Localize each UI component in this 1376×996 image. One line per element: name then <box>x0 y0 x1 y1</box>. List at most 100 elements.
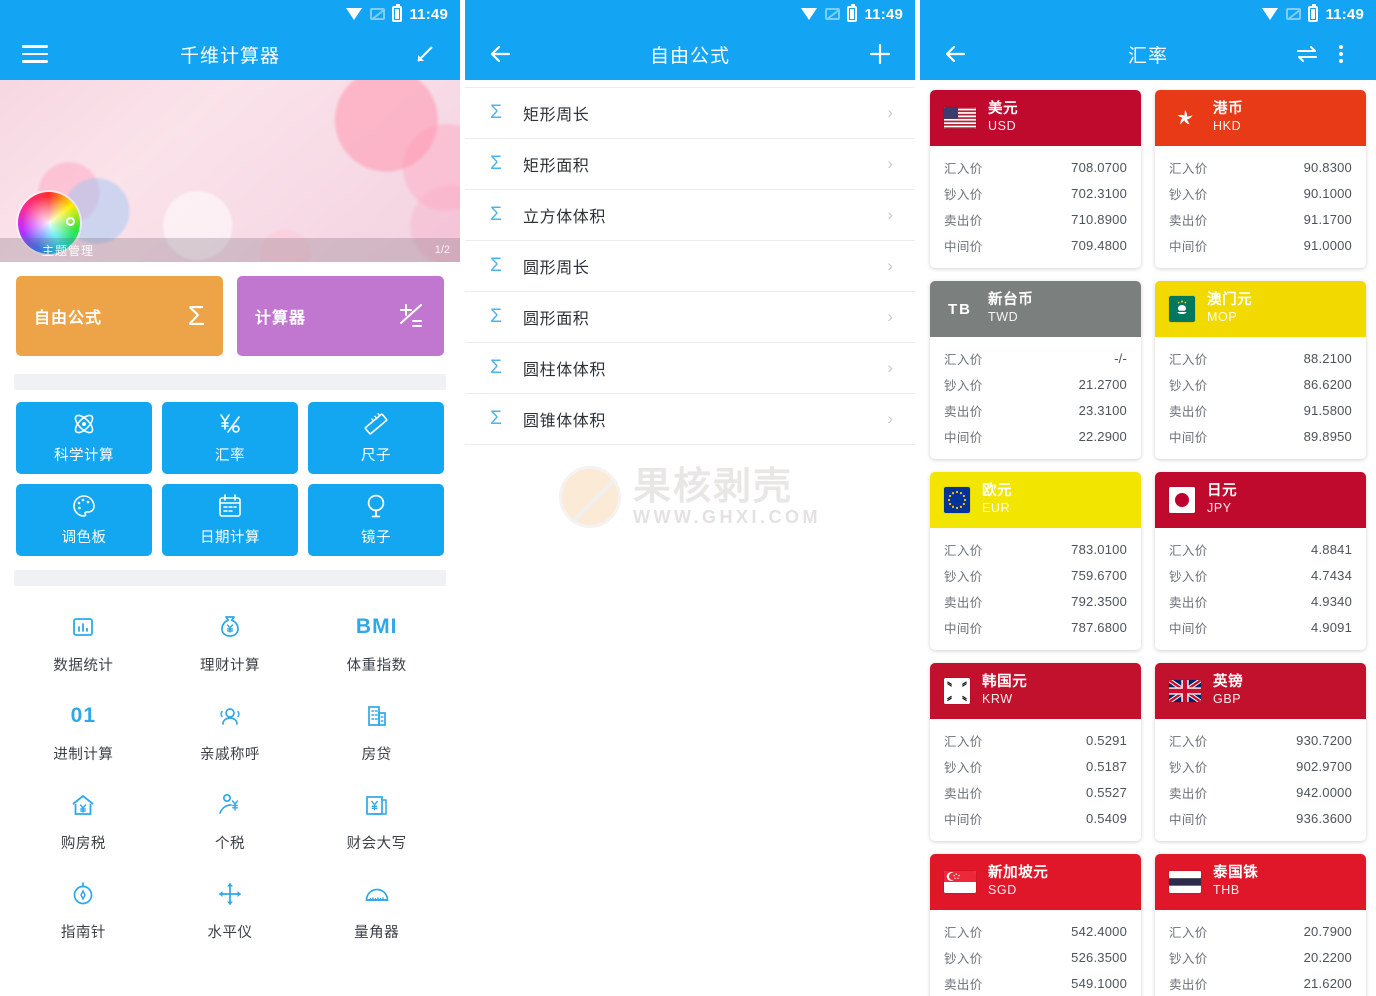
list-item[interactable]: Σ 矩形周长 › <box>465 88 915 139</box>
rate-row: 钞入价 0.5187 <box>944 753 1127 779</box>
rate-row: 卖出价 91.5800 <box>1169 397 1352 423</box>
currency-name: 韩国元 <box>982 674 1028 691</box>
rate-row: 汇入价 88.2100 <box>1169 345 1352 371</box>
rate-row: 汇入价 4.8841 <box>1169 536 1352 562</box>
hamburger-menu-button[interactable] <box>18 37 52 71</box>
rate-row: 卖出价 21.6200 <box>1169 970 1352 996</box>
plus-icon <box>869 43 891 65</box>
tool-base-conversion[interactable]: 01 进制计算 <box>10 701 157 764</box>
feature-card-calculator[interactable]: 计算器 <box>237 276 444 356</box>
tool-level[interactable]: 水平仪 <box>157 879 304 942</box>
watermark: 果核剥壳 WWW.GHXI.COM <box>559 466 821 528</box>
theme-banner[interactable]: 主题管理 1/2 <box>0 80 460 262</box>
rate-label: 中间价 <box>944 239 983 254</box>
currency-card-krw[interactable]: 韩国元 KRW 汇入价 0.5291 钞入价 0.5187 卖出价 0.5527 中间… <box>930 663 1141 841</box>
flag-eu-icon <box>944 487 970 513</box>
add-formula-button[interactable] <box>863 37 897 71</box>
currency-code: GBP <box>1213 692 1242 707</box>
fx-scroll-area[interactable]: 美元 USD 汇入价 708.0700 钞入价 702.3100 卖出价 710.89… <box>920 80 1376 996</box>
tool-data-statistics[interactable]: 数据统计 <box>10 612 157 675</box>
tile-mirror[interactable]: 镜子 <box>308 484 444 556</box>
protractor-icon <box>364 879 390 909</box>
tile-date-calc[interactable]: 日期计算 <box>162 484 298 556</box>
feature-card-free-formula[interactable]: 自由公式 Σ <box>16 276 223 356</box>
rate-label: 钞入价 <box>944 187 983 202</box>
currency-rate-rows: 汇入价 4.8841 钞入价 4.7434 卖出价 4.9340 中间价 4.9091 <box>1155 528 1366 650</box>
rate-value: -/- <box>1114 350 1127 366</box>
section-divider-2 <box>14 570 446 586</box>
currency-card-eur[interactable]: 欧元 EUR 汇入价 783.0100 钞入价 759.6700 卖出价 792.35… <box>930 472 1141 650</box>
rate-value: 0.5527 <box>1086 784 1127 800</box>
list-item[interactable]: Σ 圆形面积 › <box>465 292 915 343</box>
rate-label: 汇入价 <box>944 352 983 367</box>
currency-card-header: 日元 JPY <box>1155 472 1366 528</box>
currency-card-header: 美元 USD <box>930 90 1141 146</box>
currency-rate-rows: 汇入价 90.8300 钞入价 90.1000 卖出价 91.1700 中间价 91.0… <box>1155 146 1366 268</box>
tool-property-tax[interactable]: 购房税 <box>10 790 157 853</box>
rate-value: 4.8841 <box>1311 541 1352 557</box>
tile-scientific-calc[interactable]: 科学计算 <box>16 402 152 474</box>
sigma-icon: Σ <box>490 408 502 429</box>
back-button[interactable] <box>483 37 517 71</box>
rate-value: 91.0000 <box>1303 237 1352 253</box>
arrow-left-icon <box>945 45 966 63</box>
battery-icon <box>392 4 403 22</box>
screenshot-root: 11:49 千维计算器 主题管理 1/2 自由公式 Σ 计算器 科学计算 汇率 … <box>0 0 1376 996</box>
currency-name: 港币 <box>1213 101 1244 118</box>
rate-label: 钞入价 <box>1169 951 1208 966</box>
swap-currency-button[interactable] <box>1290 37 1324 71</box>
rate-value: 23.3100 <box>1078 402 1127 418</box>
currency-card-hkd[interactable]: 港币 HKD 汇入价 90.8300 钞入价 90.1000 卖出价 91.1700 … <box>1155 90 1366 268</box>
hamburger-menu-icon <box>22 45 48 63</box>
currency-card-gbp[interactable]: 英镑 GBP 汇入价 930.7200 钞入价 902.9700 卖出价 942.00… <box>1155 663 1366 841</box>
list-item[interactable]: Σ 圆形周长 › <box>465 241 915 292</box>
list-item[interactable]: Σ 圆锥体体积 › <box>465 394 915 445</box>
rate-label: 卖出价 <box>1169 595 1208 610</box>
sigma-icon: Σ <box>490 204 502 225</box>
rate-label: 中间价 <box>1169 239 1208 254</box>
tile-palette[interactable]: 调色板 <box>16 484 152 556</box>
formula-list: Σ 矩形周长 › Σ 矩形面积 › Σ 立方体体积 › Σ 圆形周长 › Σ 圆 <box>465 88 915 445</box>
tool-income-tax[interactable]: 个税 <box>157 790 304 853</box>
tool-protractor[interactable]: 量角器 <box>303 879 450 942</box>
chevron-right-icon: › <box>887 103 893 122</box>
currency-card-thb[interactable]: 泰国铢 THB 汇入价 20.7900 钞入价 20.2200 卖出价 21.6200… <box>1155 854 1366 996</box>
tool-capital-amount[interactable]: 财会大写 <box>303 790 450 853</box>
tool-finance-calc[interactable]: 理财计算 <box>157 612 304 675</box>
rate-label: 卖出价 <box>944 404 983 419</box>
list-item[interactable]: Σ 矩形面积 › <box>465 139 915 190</box>
back-button[interactable] <box>938 37 972 71</box>
currency-code: USD <box>988 119 1017 134</box>
panel-free-formula: 11:49 自由公式 Σ 矩形周长 › Σ 矩形面积 › Σ 立方体体积 › Σ… <box>465 0 915 996</box>
tool-relatives[interactable]: 亲戚称呼 <box>157 701 304 764</box>
rate-label: 汇入价 <box>1169 734 1208 749</box>
list-item[interactable]: Σ 圆柱体体积 › <box>465 343 915 394</box>
currency-card-mop[interactable]: 澳门元 MOP 汇入价 88.2100 钞入价 86.6200 卖出价 91.5800… <box>1155 281 1366 459</box>
edit-button[interactable] <box>408 37 442 71</box>
fx-app-bar: 汇率 <box>920 28 1376 80</box>
tool-bmi[interactable]: BMI 体重指数 <box>303 612 450 675</box>
overflow-menu-icon <box>1339 45 1343 63</box>
currency-rate-rows: 汇入价 783.0100 钞入价 759.6700 卖出价 792.3500 中间价 7… <box>930 528 1141 650</box>
tile-ruler[interactable]: 尺子 <box>308 402 444 474</box>
rate-value: 4.7434 <box>1311 567 1352 583</box>
feature-card-label: 计算器 <box>255 310 307 327</box>
tool-label: 指南针 <box>60 925 106 941</box>
list-item[interactable]: Σ 立方体体积 › <box>465 190 915 241</box>
rate-value: 91.1700 <box>1303 211 1352 227</box>
rate-value: 21.6200 <box>1303 975 1352 991</box>
rate-value: 89.8950 <box>1303 428 1352 444</box>
tool-mortgage[interactable]: 房贷 <box>303 701 450 764</box>
rate-label: 汇入价 <box>1169 352 1208 367</box>
overflow-menu-button[interactable] <box>1324 37 1358 71</box>
currency-card-jpy[interactable]: 日元 JPY 汇入价 4.8841 钞入价 4.7434 卖出价 4.9340 中间价… <box>1155 472 1366 650</box>
rate-value: 91.5800 <box>1303 402 1352 418</box>
tool-label: 体重指数 <box>346 658 407 674</box>
signal-off-icon <box>825 7 841 21</box>
tile-exchange-rate[interactable]: 汇率 <box>162 402 298 474</box>
tool-compass[interactable]: 指南针 <box>10 879 157 942</box>
currency-card-usd[interactable]: 美元 USD 汇入价 708.0700 钞入价 702.3100 卖出价 710.89… <box>930 90 1141 268</box>
currency-card-sgd[interactable]: 新加坡元 SGD 汇入价 542.4000 钞入价 526.3500 卖出价 549.… <box>930 854 1141 996</box>
list-item-label: 立方体体积 <box>523 209 607 226</box>
currency-card-twd[interactable]: TB 新台币 TWD 汇入价 -/- 钞入价 21.2700 卖出价 23.3100 … <box>930 281 1141 459</box>
